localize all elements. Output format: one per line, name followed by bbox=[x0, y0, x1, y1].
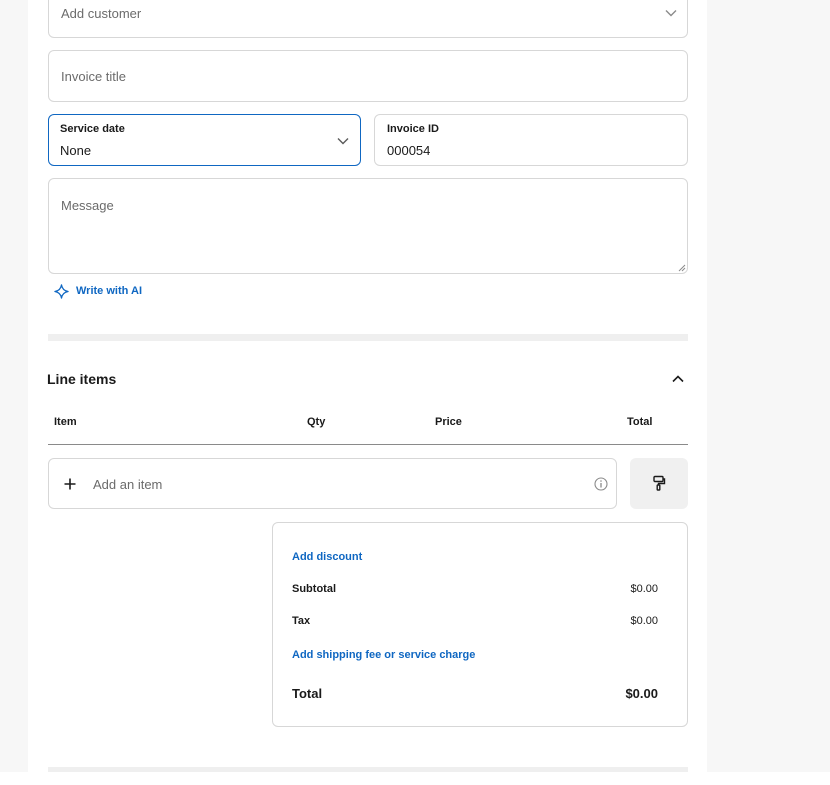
customize-items-button[interactable] bbox=[630, 458, 688, 509]
subtotal-value: $0.00 bbox=[630, 583, 658, 595]
column-header-qty: Qty bbox=[307, 416, 326, 428]
write-with-ai-label: Write with AI bbox=[76, 285, 142, 297]
chevron-down-icon bbox=[337, 138, 349, 145]
total-label: Total bbox=[292, 686, 323, 701]
table-header-divider bbox=[48, 444, 688, 445]
paint-roller-icon bbox=[653, 475, 666, 491]
service-date-select[interactable]: Service date None bbox=[48, 114, 361, 166]
subtotal-label: Subtotal bbox=[292, 583, 336, 595]
add-item-placeholder: Add an item bbox=[93, 477, 163, 492]
page-background-right bbox=[707, 0, 830, 772]
invoice-id-label: Invoice ID bbox=[387, 123, 439, 135]
section-divider-bottom bbox=[48, 767, 688, 772]
sparkle-icon bbox=[54, 284, 69, 299]
page-background-left bbox=[0, 0, 28, 772]
add-item-input[interactable]: Add an item bbox=[48, 458, 617, 509]
tax-value: $0.00 bbox=[630, 615, 658, 627]
chevron-down-icon bbox=[665, 10, 677, 17]
section-divider bbox=[48, 334, 688, 341]
column-header-price: Price bbox=[435, 416, 462, 428]
invoice-title-input[interactable]: Invoice title bbox=[48, 50, 688, 102]
line-items-heading: Line items bbox=[47, 371, 117, 387]
tax-label: Tax bbox=[292, 615, 311, 627]
invoice-id-input[interactable]: Invoice ID 000054 bbox=[374, 114, 688, 166]
message-placeholder: Message bbox=[61, 198, 114, 213]
add-shipping-link[interactable]: Add shipping fee or service charge bbox=[292, 649, 475, 661]
add-discount-link[interactable]: Add discount bbox=[292, 551, 362, 563]
customer-select[interactable]: Add customer bbox=[48, 0, 688, 38]
column-header-item: Item bbox=[54, 416, 77, 428]
totals-summary-box: Add discount Subtotal $0.00 Tax $0.00 Ad… bbox=[272, 522, 688, 727]
invoice-title-placeholder: Invoice title bbox=[61, 69, 127, 84]
service-date-value: None bbox=[60, 143, 92, 158]
write-with-ai-button[interactable]: Write with AI bbox=[54, 283, 154, 301]
plus-icon bbox=[64, 478, 76, 490]
customer-placeholder: Add customer bbox=[61, 6, 142, 21]
service-date-label: Service date bbox=[60, 123, 125, 135]
message-textarea[interactable]: Message bbox=[48, 178, 688, 274]
column-header-total: Total bbox=[627, 416, 653, 428]
invoice-id-value: 000054 bbox=[387, 143, 431, 158]
total-value: $0.00 bbox=[625, 686, 658, 701]
resize-handle-icon[interactable] bbox=[678, 264, 686, 272]
info-icon[interactable] bbox=[594, 477, 608, 491]
chevron-up-icon[interactable] bbox=[671, 372, 685, 386]
